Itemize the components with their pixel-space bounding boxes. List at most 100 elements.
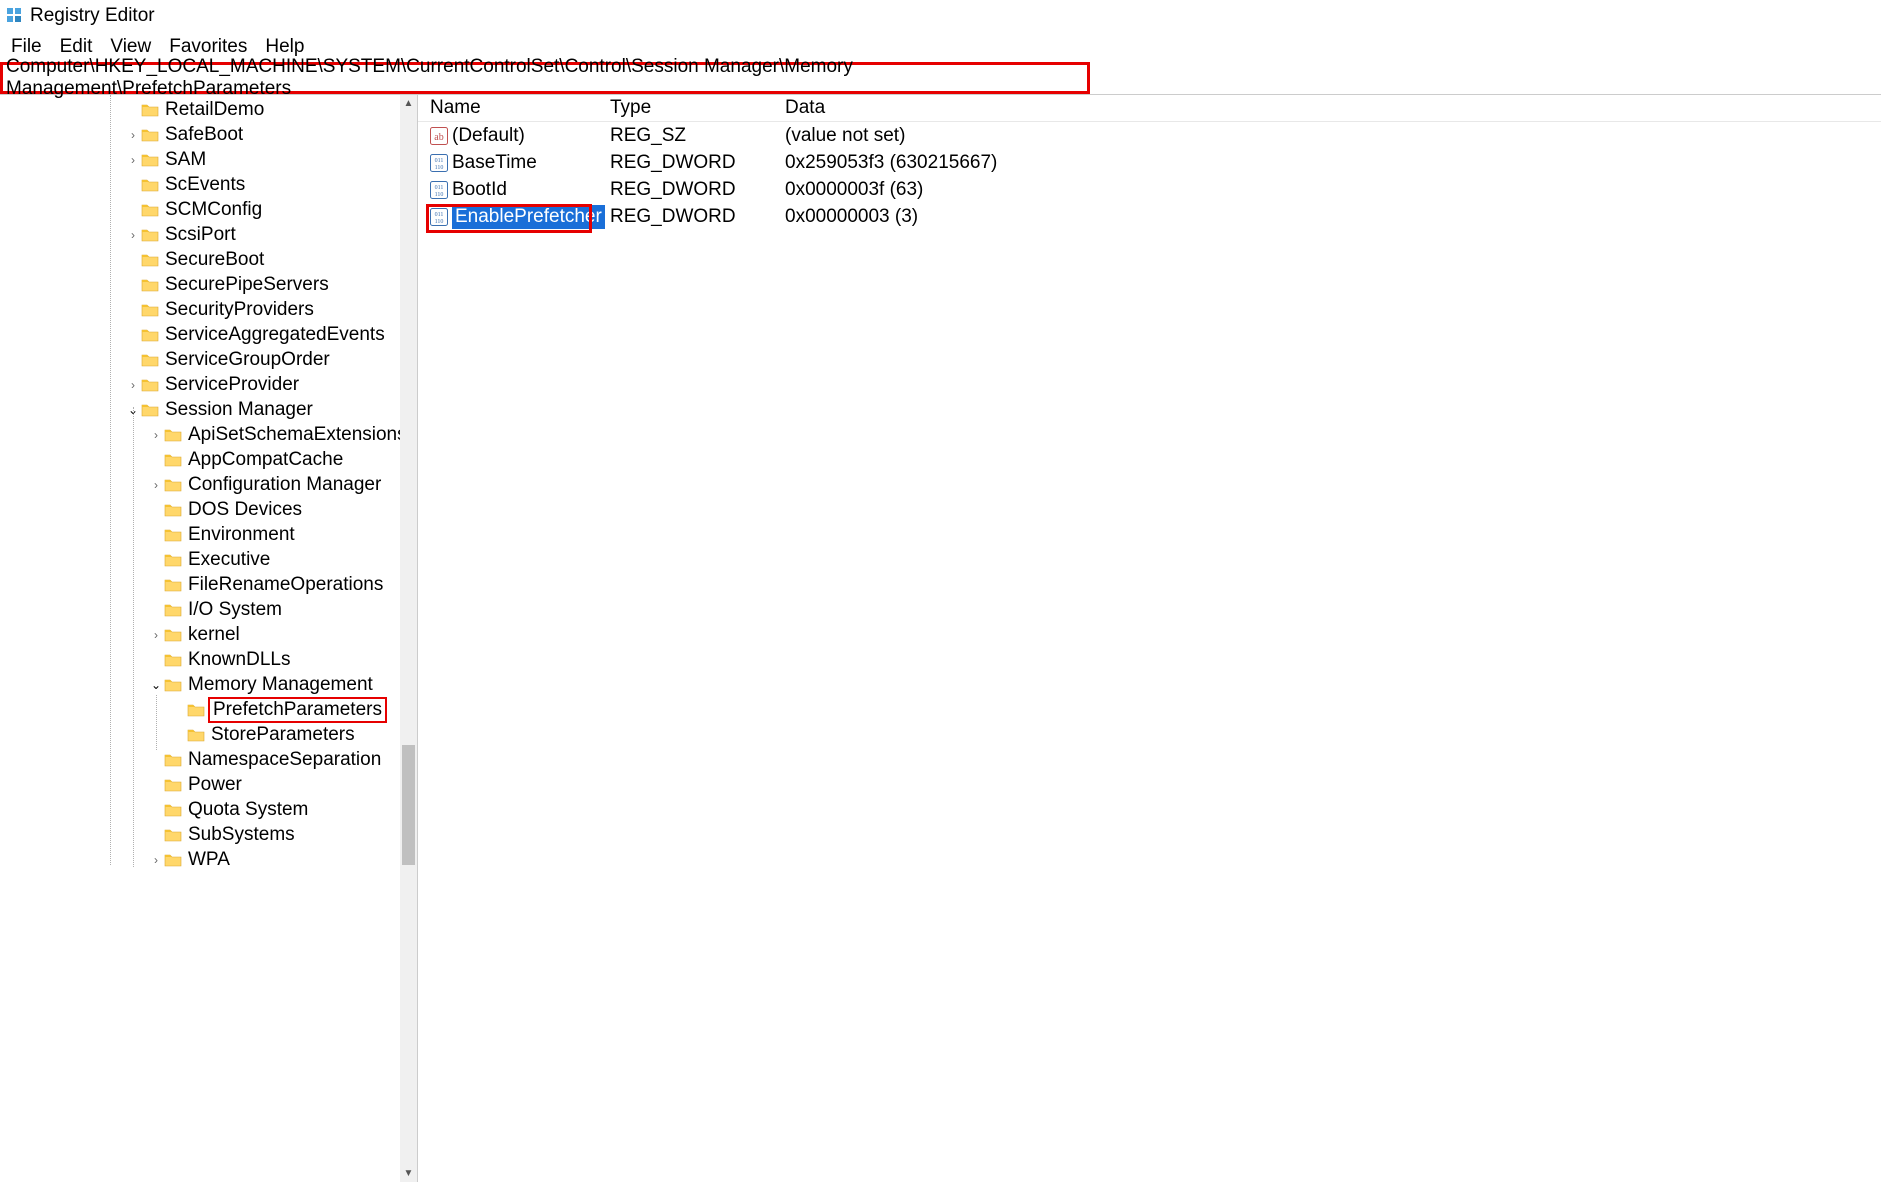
folder-icon (164, 852, 182, 867)
folder-icon (187, 727, 205, 742)
folder-icon (141, 277, 159, 292)
string-value-icon (430, 127, 448, 145)
tree-item[interactable]: › ScsiPort (0, 222, 417, 247)
chevron-right-icon[interactable]: › (148, 853, 164, 867)
dword-value-icon (430, 181, 448, 199)
tree-item-label: NamespaceSeparation (188, 749, 381, 771)
header-name[interactable]: Name (430, 97, 610, 119)
tree-item-label: I/O System (188, 599, 282, 621)
tree-item[interactable]: ScEvents (0, 172, 417, 197)
tree-item[interactable]: AppCompatCache (0, 447, 417, 472)
chevron-right-icon[interactable]: › (125, 153, 141, 167)
tree-item[interactable]: Executive (0, 547, 417, 572)
chevron-right-icon[interactable]: › (125, 378, 141, 392)
tree-item[interactable]: › ApiSetSchemaExtensions (0, 422, 417, 447)
tree-item[interactable]: ⌄ Memory Management (0, 672, 417, 697)
tree-item-label: SubSystems (188, 824, 295, 846)
chevron-right-icon[interactable]: › (148, 428, 164, 442)
tree-item[interactable]: FileRenameOperations (0, 572, 417, 597)
tree-item[interactable]: ServiceGroupOrder (0, 347, 417, 372)
tree-item[interactable]: DOS Devices (0, 497, 417, 522)
folder-icon (164, 777, 182, 792)
scroll-down-icon[interactable]: ▼ (400, 1165, 417, 1182)
values-header[interactable]: Name Type Data (418, 95, 1881, 122)
tree-item-label: Memory Management (188, 674, 373, 696)
value-type: REG_DWORD (610, 179, 785, 201)
content: RetailDemo › SafeBoot›SAMScEventsSCMConfig… (0, 94, 1881, 1182)
values-pane: Name Type Data (Default)REG_SZ(value not… (418, 95, 1881, 1182)
tree-item[interactable]: › WPA (0, 847, 417, 872)
tree-item[interactable]: StoreParameters (0, 722, 417, 747)
tree-item[interactable]: ⌄Session Manager (0, 397, 417, 422)
scroll-thumb[interactable] (402, 745, 415, 865)
value-data: 0x00000003 (3) (785, 206, 1881, 228)
tree-item[interactable]: › kernel (0, 622, 417, 647)
tree-item-label: DOS Devices (188, 499, 302, 521)
tree-item-label: Environment (188, 524, 295, 546)
folder-icon (187, 702, 205, 717)
folder-icon (141, 102, 159, 117)
folder-icon (141, 327, 159, 342)
tree-item[interactable]: I/O System (0, 597, 417, 622)
folder-icon (141, 202, 159, 217)
tree-item[interactable]: PrefetchParameters (0, 697, 417, 722)
tree-item-label: SafeBoot (165, 124, 243, 146)
tree-item[interactable]: ›SAM (0, 147, 417, 172)
registry-tree[interactable]: RetailDemo › SafeBoot›SAMScEventsSCMConfig… (0, 95, 417, 1182)
folder-icon (141, 377, 159, 392)
tree-item[interactable]: ›ServiceProvider (0, 372, 417, 397)
tree-item-label: ApiSetSchemaExtensions (188, 424, 407, 446)
folder-icon (141, 152, 159, 167)
tree-item[interactable]: SubSystems (0, 822, 417, 847)
chevron-down-icon[interactable]: ⌄ (148, 678, 164, 692)
folder-icon (141, 177, 159, 192)
chevron-right-icon[interactable]: › (148, 628, 164, 642)
chevron-right-icon[interactable]: › (148, 478, 164, 492)
tree-item-label: Configuration Manager (188, 474, 381, 496)
folder-icon (164, 827, 182, 842)
folder-icon (164, 627, 182, 642)
tree-item[interactable]: KnownDLLs (0, 647, 417, 672)
app-icon (6, 7, 24, 25)
value-row[interactable]: EnablePrefetcherREG_DWORD0x00000003 (3) (418, 203, 1881, 230)
folder-icon (164, 552, 182, 567)
value-row[interactable]: BaseTimeREG_DWORD0x259053f3 (630215667) (418, 149, 1881, 176)
tree-item-label: WPA (188, 849, 230, 871)
tree-item[interactable]: › Configuration Manager (0, 472, 417, 497)
dword-value-icon (430, 154, 448, 172)
tree-pane: RetailDemo › SafeBoot›SAMScEventsSCMConfig… (0, 95, 418, 1182)
tree-item[interactable]: Power (0, 772, 417, 797)
tree-item[interactable]: SecurityProviders (0, 297, 417, 322)
tree-item[interactable]: Quota System (0, 797, 417, 822)
tree-item[interactable]: Environment (0, 522, 417, 547)
tree-item[interactable]: SCMConfig (0, 197, 417, 222)
folder-icon (164, 427, 182, 442)
tree-item-label: kernel (188, 624, 240, 646)
tree-item[interactable]: SecurePipeServers (0, 272, 417, 297)
value-data: 0x259053f3 (630215667) (785, 152, 1881, 174)
value-row[interactable]: (Default)REG_SZ(value not set) (418, 122, 1881, 149)
chevron-right-icon[interactable]: › (125, 228, 141, 242)
tree-item[interactable]: RetailDemo (0, 97, 417, 122)
tree-item[interactable]: NamespaceSeparation (0, 747, 417, 772)
chevron-right-icon[interactable]: › (125, 128, 141, 142)
header-data[interactable]: Data (785, 97, 1881, 119)
tree-item-label: ScsiPort (165, 224, 236, 246)
folder-icon (164, 802, 182, 817)
tree-item[interactable]: ServiceAggregatedEvents (0, 322, 417, 347)
header-type[interactable]: Type (610, 97, 785, 119)
value-data: 0x0000003f (63) (785, 179, 1881, 201)
address-bar[interactable]: Computer\HKEY_LOCAL_MACHINE\SYSTEM\Curre… (0, 62, 1090, 94)
folder-icon (141, 352, 159, 367)
tree-item[interactable]: SecureBoot (0, 247, 417, 272)
scroll-up-icon[interactable]: ▲ (400, 95, 417, 112)
tree-item-label: ServiceGroupOrder (165, 349, 330, 371)
tree-item-label: StoreParameters (211, 724, 355, 746)
folder-icon (141, 402, 159, 417)
tree-item-label: Quota System (188, 799, 308, 821)
tree-scrollbar[interactable]: ▲ ▼ (400, 95, 417, 1182)
tree-item-label: ScEvents (165, 174, 245, 196)
tree-item[interactable]: › SafeBoot (0, 122, 417, 147)
value-row[interactable]: BootIdREG_DWORD0x0000003f (63) (418, 176, 1881, 203)
tree-item-label: AppCompatCache (188, 449, 343, 471)
